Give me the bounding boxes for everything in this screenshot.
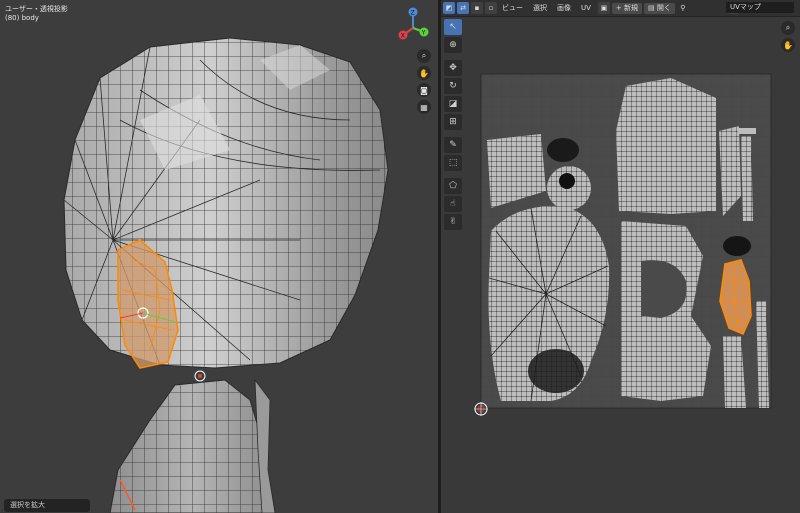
scale-tool-icon[interactable]: ◪ [444,96,462,112]
sync-selection-icon[interactable]: ⇄ [457,2,469,14]
svg-text:X: X [401,32,405,39]
viewport-canvas[interactable] [0,0,438,513]
cursor-tool-icon[interactable]: ⊕ [444,37,462,53]
menu-select[interactable]: 選択 [528,2,552,14]
grid-icon[interactable]: ▦ [417,100,431,114]
grab-tool-icon[interactable]: ⬠ [444,178,462,194]
uv-canvas[interactable] [441,16,800,513]
pinch-tool-icon[interactable]: ✌ [444,214,462,230]
relax-tool-icon[interactable]: ☝ [444,196,462,212]
view-label: ユーザー・透視投影 [5,5,68,13]
uv-toolbar: ↖ ⊕ ✥ ↻ ◪ ⊞ ✎ ⬚ ⬠ ☝ ✌ [444,19,464,232]
move-tool-icon[interactable]: ✥ [444,60,462,76]
select-tool-icon[interactable]: ↖ [444,19,462,35]
pin-icon[interactable]: ⚲ [677,2,689,14]
uv-map-field[interactable]: UVマップ [726,2,794,13]
camera-icon[interactable]: ◙ [417,83,431,97]
status-text: 選択を拡大 [10,501,45,509]
uv-hand-icon[interactable]: ✋ [781,38,795,52]
rotate-tool-icon[interactable]: ↻ [444,78,462,94]
hand-icon[interactable]: ✋ [417,66,431,80]
vertex-select-icon[interactable]: ▪ [471,2,483,14]
uv-editor[interactable]: ◩ ⇄ ▪ ▫ ビュー 選択 画像 UV ▣ + 新規 ▤ 開く ⚲ ◐ UVマ… [441,0,800,513]
edge-select-icon[interactable]: ▫ [485,2,497,14]
uv-header: ◩ ⇄ ▪ ▫ ビュー 選択 画像 UV ▣ + 新規 ▤ 開く ⚲ ◐ UVマ… [441,0,800,17]
new-image-button[interactable]: + 新規 [611,2,643,14]
open-image-button[interactable]: ▤ 開く [644,2,675,14]
menu-uv[interactable]: UV [576,2,596,14]
axis-gizmo[interactable]: Z Y X [393,6,433,46]
zoom-icon[interactable]: ⌕ [417,49,431,63]
body-mesh[interactable] [109,378,276,513]
image-browse-icon[interactable]: ▣ [597,2,610,14]
uv-zoom-icon[interactable]: ⌕ [781,21,795,35]
status-message: 選択を拡大 [4,499,90,512]
head-mesh[interactable] [63,37,389,369]
transform-tool-icon[interactable]: ⊞ [444,114,462,130]
object-label: (80) body [5,14,39,22]
svg-text:Y: Y [421,29,426,36]
menu-view[interactable]: ビュー [497,2,528,14]
svg-text:Z: Z [411,9,415,16]
rip-tool-icon[interactable]: ⬚ [444,155,462,171]
3d-viewport[interactable]: ユーザー・透視投影 (80) body Z Y X ⌕ ✋ ◙ ▦ 選択を拡大 [0,0,438,513]
annotate-tool-icon[interactable]: ✎ [444,137,462,153]
editor-type-icon[interactable]: ◩ [443,2,455,14]
menu-image[interactable]: 画像 [552,2,576,14]
